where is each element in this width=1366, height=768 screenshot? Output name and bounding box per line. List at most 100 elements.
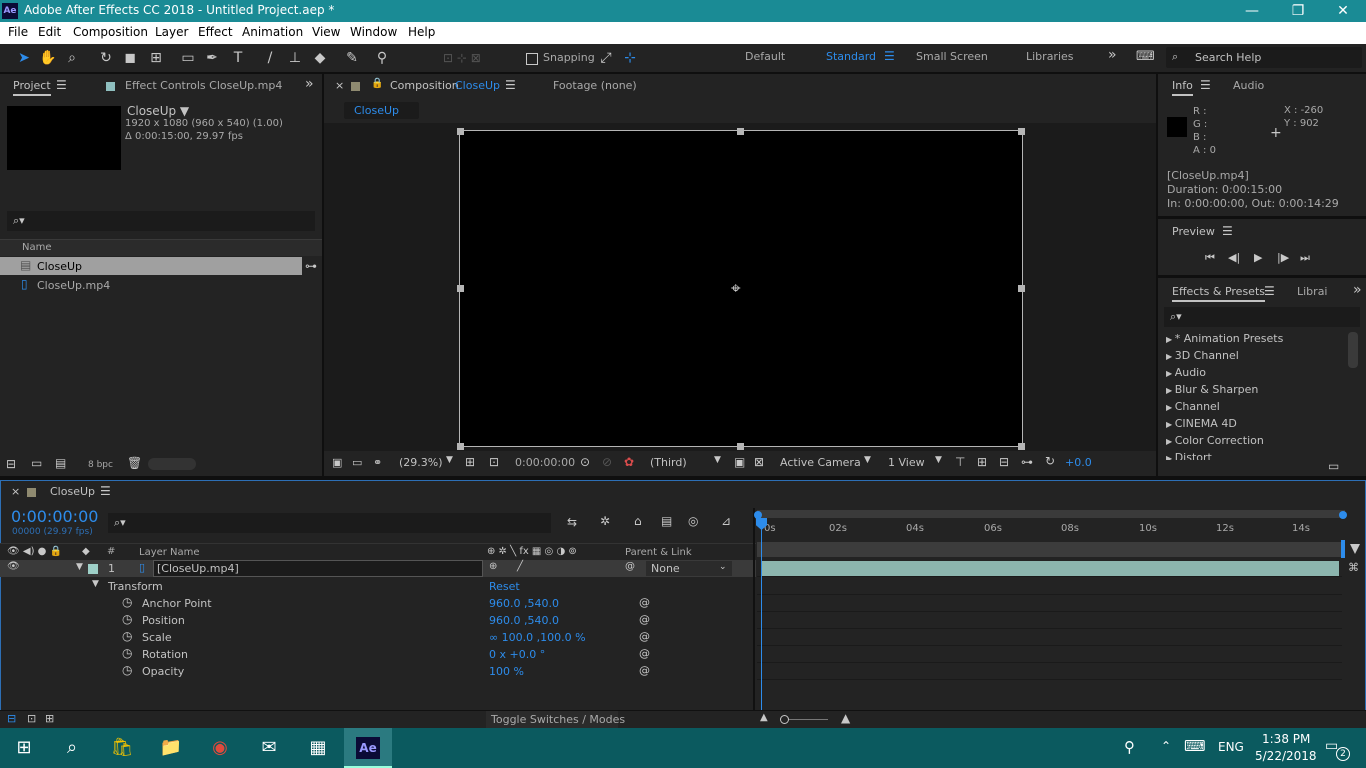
type-tool-icon[interactable]: T [228, 48, 248, 68]
mail-icon[interactable]: ✉ [245, 728, 293, 768]
project-item-closeup[interactable]: ▤ CloseUp [0, 257, 302, 275]
panel-overflow-icon[interactable]: » [1353, 282, 1362, 298]
close-tab-icon[interactable]: × [11, 485, 20, 498]
pick-whip-icon[interactable]: @ [639, 664, 650, 677]
workspace-menu-icon[interactable]: ☰ [884, 49, 895, 63]
stopwatch-icon[interactable]: ◷ [122, 663, 132, 677]
zoom-out-icon[interactable]: ▲ [760, 712, 768, 723]
previous-frame-icon[interactable]: ◀| [1228, 251, 1240, 264]
property-row[interactable]: ◷ Rotation 0 x +0.0 ° @ [0, 646, 756, 663]
reset-exposure-icon[interactable]: ↻ [1045, 454, 1055, 468]
shy-layers-icon[interactable]: ⌂ [634, 514, 642, 528]
workspace-libraries[interactable]: Libraries [1026, 50, 1074, 63]
pick-whip-icon[interactable]: @ [639, 613, 650, 626]
zoom-in-icon[interactable]: ▲ [841, 711, 850, 725]
lock-icon[interactable]: 🔒 [371, 78, 383, 89]
menu-composition[interactable]: Composition [73, 25, 148, 39]
work-area-end-marker[interactable] [1341, 540, 1345, 558]
effects-item[interactable]: ▶ Distort [1166, 451, 1212, 460]
layer-bar[interactable] [762, 561, 1339, 576]
eye-icon[interactable]: 👁 [7, 561, 20, 572]
time-ruler[interactable]: 0s 02s 04s 06s 08s 10s 12s 14s [757, 520, 1345, 540]
keyboard-icon[interactable]: ⌨ [1184, 737, 1206, 755]
stopwatch-icon[interactable]: ◷ [122, 629, 132, 643]
zoom-tool-icon[interactable]: ⌕ [62, 48, 82, 68]
effects-item[interactable]: ▶ 3D Channel [1166, 349, 1239, 362]
bounding-handle[interactable] [457, 128, 464, 135]
pick-whip-icon[interactable]: @ [639, 630, 650, 643]
menu-animation[interactable]: Animation [242, 25, 303, 39]
playhead-line[interactable] [761, 518, 762, 710]
keyboard-shortcuts-icon[interactable]: ⌨ [1136, 49, 1155, 64]
composition-mini-flowchart-icon[interactable]: ⇆ [567, 515, 577, 529]
calculator-icon[interactable]: ▦ [294, 728, 342, 768]
chevron-down-icon[interactable]: ▼ [864, 455, 871, 465]
pick-whip-icon[interactable]: @ [625, 561, 635, 572]
comp-name[interactable]: CloseUp ▼ [127, 104, 189, 118]
snapping-checkbox[interactable] [526, 53, 538, 65]
bounding-handle[interactable] [457, 285, 464, 292]
property-row[interactable]: ◷ Anchor Point 960.0 ,540.0 @ [0, 595, 756, 612]
search-icon[interactable]: ⌕ [48, 728, 96, 768]
snapshot-icon[interactable]: ⊙ [580, 455, 590, 469]
menu-layer[interactable]: Layer [155, 25, 188, 39]
timeline-current-time[interactable]: 0:00:00:00 [11, 507, 98, 526]
frame-blending-icon[interactable]: ▤ [661, 514, 672, 528]
property-value[interactable]: 960.0 ,540.0 [489, 597, 559, 610]
clone-stamp-tool-icon[interactable]: ⊥ [285, 48, 305, 68]
comp-marker-bar[interactable] [757, 542, 1345, 557]
rectangle-tool-icon[interactable]: ▭ [178, 48, 198, 68]
chevron-down-icon[interactable]: ▼ [714, 455, 721, 465]
views-dropdown[interactable]: 1 View [888, 456, 925, 469]
pan-behind-tool-icon[interactable]: ⊞ [146, 48, 166, 68]
chevron-up-icon[interactable]: ⌃ [1161, 739, 1171, 753]
pen-tool-icon[interactable]: ✒ [202, 48, 222, 68]
twirl-down-icon[interactable]: ▼ [76, 562, 83, 572]
effects-item[interactable]: ▶ CINEMA 4D [1166, 417, 1237, 430]
reset-link[interactable]: Reset [489, 580, 520, 593]
restore-button[interactable]: ❐ [1275, 0, 1321, 22]
in-out-icon[interactable]: ⊞ [45, 712, 54, 725]
timeline-icon[interactable]: ⊟ [999, 455, 1009, 469]
current-time[interactable]: 0:00:00:00 [515, 456, 575, 469]
rotate-tool-icon[interactable]: ↻ [96, 48, 116, 68]
zoom-dropdown[interactable]: (29.3%) [399, 456, 443, 469]
tab-audio[interactable]: Audio [1233, 79, 1264, 92]
property-value[interactable]: 960.0 ,540.0 [489, 614, 559, 627]
menu-file[interactable]: File [8, 25, 28, 39]
property-row[interactable]: ◷ Scale ∞ 100.0 ,100.0 % @ [0, 629, 756, 646]
property-value[interactable]: 0 x +0.0 ° [489, 648, 545, 661]
property-value[interactable]: 100 % [489, 665, 524, 678]
transparency-grid-icon[interactable]: ⊠ [754, 455, 764, 469]
region-of-interest-icon[interactable]: ▣ [734, 455, 745, 469]
panel-menu-icon[interactable]: ☰ [505, 78, 516, 92]
property-row[interactable]: ◷ Opacity 100 % @ [0, 663, 756, 680]
col-parent-link[interactable]: Parent & Link [625, 547, 692, 558]
chrome-icon[interactable]: ◉ [196, 728, 244, 768]
property-value[interactable]: ∞ 100.0 ,100.0 % [489, 631, 586, 644]
parent-dropdown[interactable]: None ⌄ [646, 561, 732, 576]
interpret-footage-icon[interactable]: ⊟ [6, 457, 16, 471]
windows-start-icon[interactable]: ⊞ [0, 728, 48, 768]
tab-info[interactable]: Info [1172, 79, 1193, 96]
bounding-handle[interactable] [1018, 285, 1025, 292]
timeline-search-input[interactable]: ⌕▾ [108, 513, 551, 533]
eraser-tool-icon[interactable]: ◆ [310, 48, 330, 68]
comp-canvas[interactable] [459, 130, 1023, 447]
property-row[interactable]: ◷ Position 960.0 ,540.0 @ [0, 612, 756, 629]
bounding-handle[interactable] [737, 128, 744, 135]
tab-composition-label[interactable]: Composition [390, 79, 459, 92]
exposure-value[interactable]: +0.0 [1065, 456, 1092, 469]
camera-tool-icon[interactable]: ◼ [120, 48, 140, 68]
bpc-label[interactable]: 8 bpc [88, 460, 113, 470]
project-search-input[interactable]: ⌕▾ [7, 211, 315, 231]
thumbnail-slider[interactable] [148, 458, 196, 470]
col-name[interactable]: Name [22, 242, 52, 253]
stopwatch-icon[interactable]: ◷ [122, 646, 132, 660]
close-tab-icon[interactable]: × [335, 79, 344, 92]
bounding-handle[interactable] [1018, 128, 1025, 135]
bounding-handle[interactable] [457, 443, 464, 450]
puppet-pin-tool-icon[interactable]: ⚲ [372, 48, 392, 68]
clock-time[interactable]: 1:38 PM [1262, 732, 1310, 746]
toggle-pixel-aspect-icon[interactable]: ⊤ [955, 455, 965, 469]
